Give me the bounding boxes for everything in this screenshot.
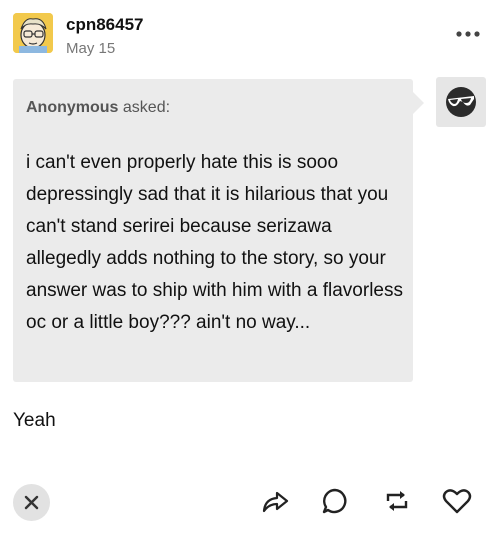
asker-suffix: asked: (118, 99, 171, 116)
share-icon (262, 491, 289, 513)
close-button[interactable] (13, 484, 50, 521)
reblog-button[interactable] (380, 484, 414, 518)
share-button[interactable] (258, 484, 292, 518)
ask-question: i can't even properly hate this is sooo … (26, 152, 403, 333)
post-date[interactable]: May 15 (66, 40, 115, 57)
more-options-icon (456, 31, 480, 37)
reply-icon (322, 488, 347, 514)
more-options-button[interactable] (453, 24, 483, 44)
user-avatar[interactable] (13, 13, 53, 53)
asker-line: Anonymous asked: (26, 99, 170, 117)
close-icon (24, 495, 39, 510)
anonymous-avatar (436, 77, 486, 127)
heart-icon (442, 489, 472, 514)
reply-button[interactable] (318, 484, 352, 518)
post-username[interactable]: cpn86457 (66, 15, 144, 35)
like-button[interactable] (440, 484, 474, 518)
asker-name: Anonymous (26, 99, 119, 116)
ask-box: Anonymous asked: i can't even properly h… (13, 79, 413, 382)
avatar-image (13, 13, 53, 53)
ask-bubble-tail (413, 92, 424, 114)
anonymous-sunglasses-icon (446, 87, 476, 117)
reblog-icon (386, 491, 408, 511)
post-answer: Yeah (13, 410, 56, 431)
